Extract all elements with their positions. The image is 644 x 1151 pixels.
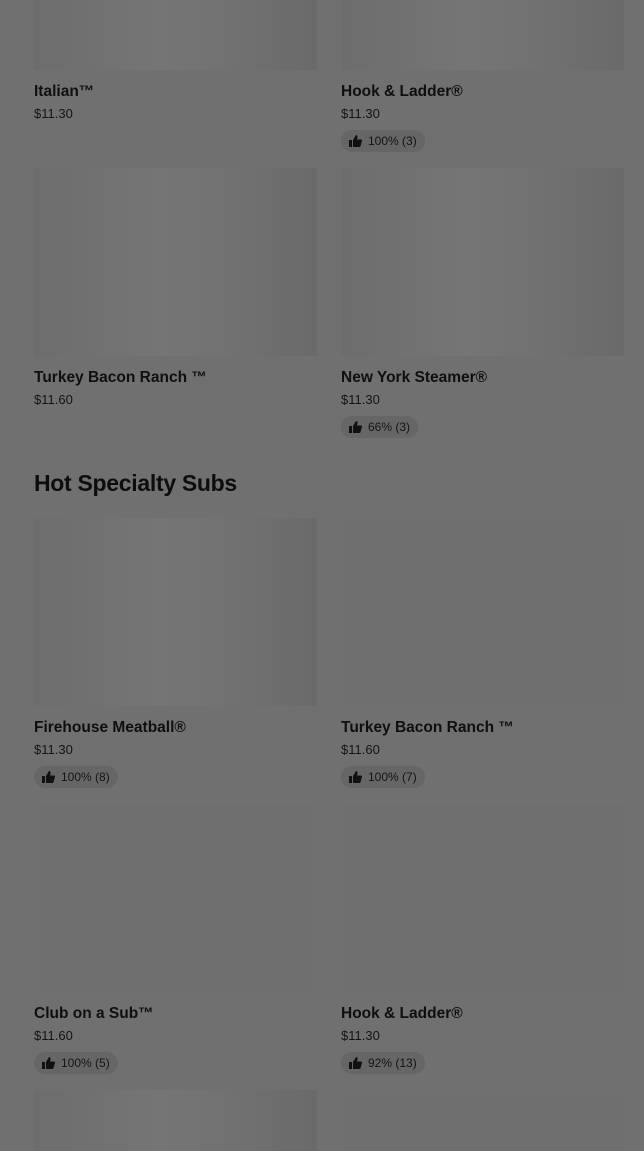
menu-item-price: $11.30 [341, 1028, 380, 1043]
menu-item-price: $11.60 [341, 742, 380, 757]
rating-badge: 100% (8) [34, 766, 118, 788]
menu-item-image[interactable] [341, 1090, 624, 1151]
menu-item-card[interactable]: Turkey Bacon Ranch ™ $11.60 [34, 168, 317, 454]
menu-item-card[interactable]: Italian™ $11.30 [34, 0, 317, 172]
thumbs-up-icon [349, 421, 362, 433]
rating-text: 92% (13) [368, 1056, 417, 1070]
menu-item-name: Club on a Sub™ [34, 1005, 154, 1022]
menu-item-price: $11.30 [34, 106, 73, 121]
menu-item-price: $11.30 [34, 742, 73, 757]
menu-item-card[interactable]: Turkey Bacon Ranch ™ $11.60 100% (7) [341, 518, 624, 804]
menu-item-name: Hook & Ladder® [341, 83, 463, 100]
rating-badge: 100% (7) [341, 766, 425, 788]
menu-item-image[interactable] [34, 1090, 317, 1151]
rating-badge: 100% (5) [34, 1052, 118, 1074]
menu-item-image[interactable] [34, 518, 317, 706]
menu-item-image[interactable] [34, 168, 317, 356]
rating-text: 100% (5) [61, 1056, 110, 1070]
thumbs-up-icon [349, 771, 362, 783]
rating-text: 100% (8) [61, 770, 110, 784]
menu-page: Italian™ $11.30 Hook & Ladder® $11.30 10… [0, 0, 644, 1151]
thumbs-up-icon [42, 1057, 55, 1069]
thumbs-up-icon [42, 771, 55, 783]
menu-item-image[interactable] [341, 0, 624, 70]
thumbs-up-icon [349, 135, 362, 147]
menu-item-price: $11.30 [341, 392, 380, 407]
menu-item-image[interactable] [341, 804, 624, 992]
menu-item-card[interactable]: New York Steamer® $11.30 66% (3) [341, 168, 624, 454]
rating-text: 100% (3) [368, 134, 417, 148]
menu-item-name: Italian™ [34, 83, 95, 100]
menu-grid-hot-row-2: Club on a Sub™ $11.60 100% (5) Hook & La… [34, 804, 624, 1090]
menu-grid-bottom [34, 1090, 624, 1151]
menu-grid-hot-row-1: Firehouse Meatball® $11.30 100% (8) Turk… [34, 518, 624, 804]
rating-text: 66% (3) [368, 420, 411, 434]
menu-item-card[interactable] [34, 1090, 317, 1151]
rating-badge: 92% (13) [341, 1052, 425, 1074]
section-title: Hot Specialty Subs [34, 470, 237, 496]
menu-item-name: New York Steamer® [341, 369, 488, 386]
menu-item-image[interactable] [34, 0, 317, 70]
menu-item-name: Turkey Bacon Ranch ™ [341, 719, 514, 736]
rating-badge: 100% (3) [341, 130, 425, 152]
menu-item-card[interactable]: Firehouse Meatball® $11.30 100% (8) [34, 518, 317, 804]
menu-item-name: Turkey Bacon Ranch ™ [34, 369, 207, 386]
menu-item-price: $11.60 [34, 1028, 73, 1043]
menu-item-image[interactable] [34, 804, 317, 992]
menu-item-name: Hook & Ladder® [341, 1005, 463, 1022]
menu-item-card[interactable]: Club on a Sub™ $11.60 100% (5) [34, 804, 317, 1090]
menu-item-card[interactable]: Hook & Ladder® $11.30 100% (3) [341, 0, 624, 172]
thumbs-up-icon [349, 1057, 362, 1069]
rating-text: 100% (7) [368, 770, 417, 784]
menu-grid-row-2: Turkey Bacon Ranch ™ $11.60 New York Ste… [34, 168, 624, 454]
menu-item-card[interactable]: Hook & Ladder® $11.30 92% (13) [341, 804, 624, 1090]
menu-item-card[interactable] [341, 1090, 624, 1151]
menu-item-name: Firehouse Meatball® [34, 719, 186, 736]
rating-badge: 66% (3) [341, 416, 419, 438]
menu-item-image[interactable] [341, 168, 624, 356]
menu-item-price: $11.60 [34, 392, 73, 407]
menu-item-price: $11.30 [341, 106, 380, 121]
menu-item-image[interactable] [341, 518, 624, 706]
menu-grid-top: Italian™ $11.30 Hook & Ladder® $11.30 10… [34, 0, 624, 172]
